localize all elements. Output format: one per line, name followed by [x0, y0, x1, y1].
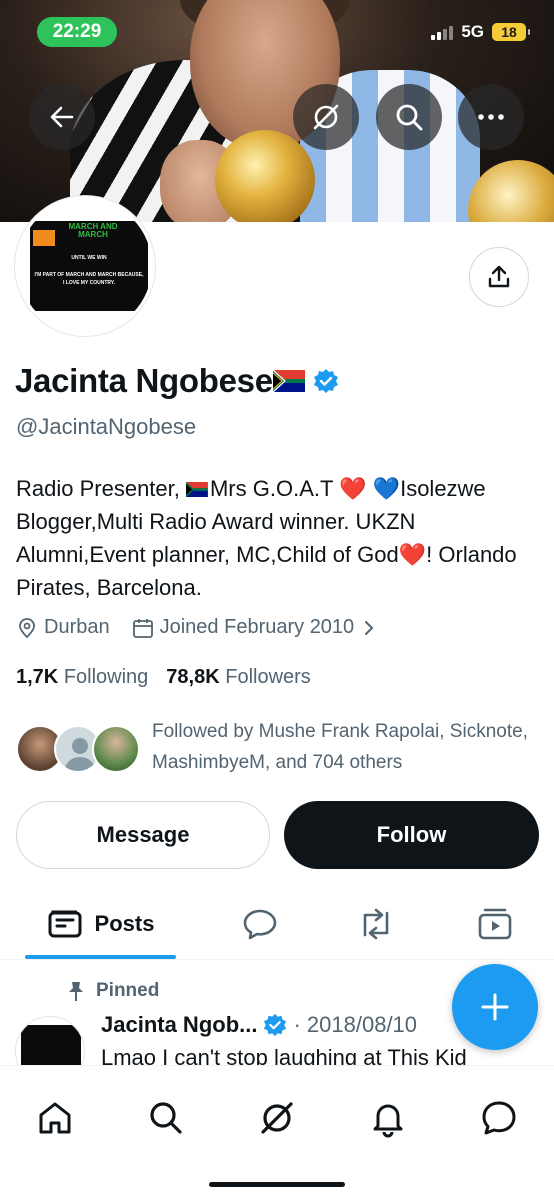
grok-icon [261, 1102, 293, 1134]
share-icon [488, 265, 510, 288]
home-icon [39, 1102, 71, 1134]
followers-count: 78,8K [166, 666, 220, 688]
following-link[interactable]: 1,7K Following [16, 666, 148, 689]
search-icon [150, 1102, 182, 1134]
post-author-name[interactable]: Jacinta Ngob... [101, 1012, 257, 1038]
avatar [92, 725, 140, 773]
followers-label: Followers [225, 666, 311, 688]
banner-trophy [215, 130, 315, 222]
chevron-right-icon [365, 620, 374, 635]
location-text: Durban [44, 616, 110, 638]
blue-heart-icon: 💙 [372, 476, 401, 501]
avatar-image: MARCH AND MARCH UNTIL WE WIN I'M PART OF… [30, 221, 148, 311]
joined-date[interactable]: Joined February 2010 [132, 616, 379, 639]
avatar-text: I'M PART OF MARCH AND MARCH BECAUSE, I L… [34, 272, 144, 286]
pin-icon [69, 982, 83, 1001]
pinned-indicator: Pinned [66, 980, 159, 1002]
bio-text-1: Radio Presenter, [16, 476, 186, 501]
calendar-icon [132, 618, 153, 638]
following-label: Following [63, 666, 149, 688]
search-button[interactable] [376, 84, 442, 150]
reposts-icon [363, 908, 389, 940]
back-button[interactable] [29, 84, 95, 150]
posts-icon [48, 910, 82, 938]
nav-messages[interactable] [469, 1088, 529, 1148]
profile-avatar[interactable]: MARCH AND MARCH UNTIL WE WIN I'M PART OF… [15, 196, 155, 336]
profile-name: Jacinta Ngobese [15, 362, 273, 399]
status-indicators: 5G 18 [431, 22, 530, 42]
grok-button[interactable] [293, 84, 359, 150]
home-indicator [209, 1182, 345, 1187]
pinned-label: Pinned [96, 980, 160, 1001]
nav-grok[interactable] [247, 1088, 307, 1148]
battery-icon: 18 [492, 23, 530, 41]
verified-badge-icon [264, 1013, 287, 1037]
avatar-title: MARCH AND MARCH [68, 222, 118, 240]
location-pin-icon [19, 617, 35, 638]
south-africa-flag-icon [272, 370, 305, 392]
grok-icon [313, 104, 339, 130]
followed-by-avatars [16, 719, 141, 775]
share-button[interactable] [469, 247, 529, 307]
more-button[interactable] [458, 84, 524, 150]
arrow-left-icon [50, 106, 74, 128]
post-date: · 2018/08/10 [293, 1012, 418, 1037]
bio-text-2: Mrs G.O.A.T [209, 476, 340, 501]
joined-text: Joined February 2010 [159, 616, 355, 638]
banner-golden-ball [468, 160, 554, 222]
nav-notifications[interactable] [358, 1088, 418, 1148]
messages-icon [482, 1101, 516, 1135]
avatar-tag [33, 230, 55, 246]
red-heart-icon: ❤️ [398, 542, 427, 567]
search-icon [396, 104, 423, 131]
location: Durban [16, 616, 110, 639]
tab-active-indicator [25, 955, 176, 959]
status-time: 22:29 [37, 17, 117, 47]
notifications-icon [373, 1104, 403, 1138]
tab-posts[interactable]: Posts [25, 890, 176, 958]
tab-media[interactable] [455, 890, 535, 958]
post-header: Jacinta Ngob... · 2018/08/10 [101, 1012, 417, 1038]
profile-name-row: Jacinta Ngobese [15, 362, 339, 400]
profile-tabs: Posts [0, 890, 554, 960]
more-horizontal-icon [478, 114, 504, 120]
profile-handle: @JacintaNgobese [16, 414, 197, 439]
profile-meta: Durban Joined February 2010 [16, 616, 400, 639]
follow-button[interactable]: Follow [284, 801, 539, 869]
bottom-navigation [0, 1065, 554, 1199]
verified-badge-icon[interactable] [313, 368, 339, 394]
follow-counts: 1,7K Following 78,8K Followers [16, 666, 311, 689]
red-heart-icon: ❤️ [339, 476, 367, 501]
post-text[interactable]: Lmao I can't stop laughing at This Kid [101, 1045, 521, 1065]
avatar-subtitle: UNTIL WE WIN [71, 255, 107, 261]
profile-bio: Radio Presenter, Mrs G.O.A.T ❤️ 💙Isolezw… [16, 472, 541, 604]
followed-by-text: Followed by Mushe Frank Rapolai, Sicknot… [152, 721, 528, 773]
message-button[interactable]: Message [16, 801, 270, 869]
nav-search[interactable] [136, 1088, 196, 1148]
south-africa-flag-icon [186, 482, 208, 497]
compose-button[interactable] [452, 964, 538, 1050]
plus-icon [481, 993, 509, 1021]
tab-posts-label: Posts [94, 911, 155, 936]
followed-by[interactable]: Followed by Mushe Frank Rapolai, Sicknot… [16, 716, 542, 778]
following-count: 1,7K [16, 666, 59, 688]
signal-icon [431, 24, 454, 40]
followers-link[interactable]: 78,8K Followers [166, 666, 311, 689]
media-icon [478, 908, 512, 940]
tab-reposts[interactable] [336, 890, 416, 958]
nav-home[interactable] [25, 1088, 85, 1148]
tab-replies[interactable] [220, 890, 300, 958]
network-label: 5G [461, 22, 484, 41]
replies-icon [243, 909, 277, 940]
